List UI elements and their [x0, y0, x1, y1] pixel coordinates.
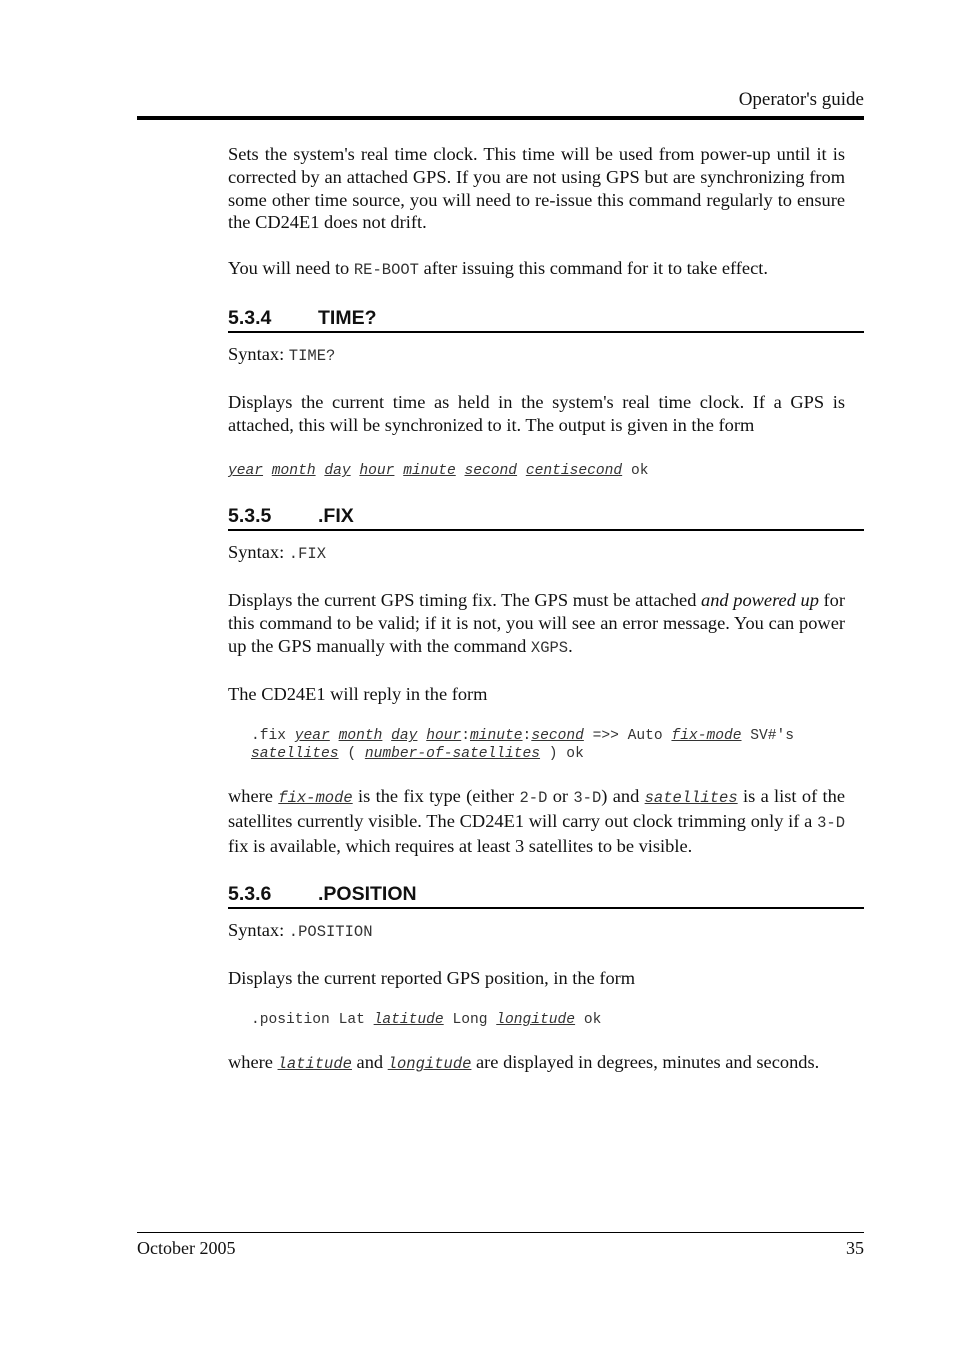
text: where — [228, 786, 279, 807]
time-output-format: year month day hour minute second centis… — [228, 462, 845, 480]
text: or — [547, 786, 574, 807]
section-number: 5.3.5 — [228, 505, 272, 528]
var-fix-mode: fix-mode — [278, 789, 353, 808]
code-text: SV#'s — [750, 728, 795, 745]
text: and — [351, 1052, 388, 1073]
text: Displays the current GPS timing fix. The… — [228, 590, 702, 611]
code-3d: 3-D — [817, 814, 845, 833]
syntax-label: Syntax: — [228, 542, 289, 563]
var-longitude: longitude — [387, 1055, 472, 1074]
var-satellites: satellites — [644, 789, 738, 808]
fix-description: Displays the current GPS timing fix. The… — [228, 589, 845, 659]
code-text: Long — [452, 1012, 488, 1029]
syntax-code: .POSITION — [288, 922, 373, 941]
code-3d: 3-D — [573, 789, 602, 808]
ok-text: ok — [630, 463, 649, 480]
command-code: XGPS — [530, 638, 569, 657]
var-centisecond: centisecond — [525, 463, 623, 480]
text: fix is available, which requires at leas… — [228, 835, 693, 856]
var-hour: hour — [359, 463, 395, 480]
code-text: .fix — [251, 728, 287, 745]
code-2d: 2-D — [519, 789, 548, 808]
var-minute: minute — [470, 728, 523, 745]
var-fix-mode: fix-mode — [671, 728, 742, 745]
text: after issuing this command for it to tak… — [418, 258, 768, 279]
intro-paragraph: Sets the system's real time clock. This … — [228, 144, 845, 233]
text: where — [228, 1052, 278, 1073]
syntax-label: Syntax: — [228, 343, 289, 364]
command-code: RE-BOOT — [353, 261, 419, 280]
running-header: Operator's guide — [738, 89, 864, 110]
time-description: Displays the current time as held in the… — [228, 391, 845, 435]
reboot-paragraph: You will need to RE-BOOT after issuing t… — [228, 257, 845, 282]
position-where-paragraph: where latitude and longitude are display… — [228, 1051, 845, 1076]
fix-output-format: .fix year month day hour:minute:second =… — [251, 728, 795, 763]
var-minute: minute — [403, 463, 456, 480]
code-text: =>> Auto — [592, 728, 663, 745]
position-description: Displays the current reported GPS positi… — [228, 967, 636, 988]
section-heading-position: 5.3.6 .POSITION — [228, 882, 864, 909]
var-month: month — [338, 728, 383, 745]
section-title: .FIX — [318, 505, 354, 528]
var-day: day — [324, 463, 351, 480]
code-text: ok — [583, 1012, 602, 1029]
syntax-label: Syntax: — [228, 919, 289, 940]
fix-where-paragraph: where fix-mode is the fix type (either 2… — [228, 785, 845, 857]
section-title: TIME? — [318, 306, 377, 329]
position-output-format: .position Lat latitude Long longitude ok — [228, 1011, 845, 1029]
var-longitude: longitude — [496, 1012, 576, 1029]
var-month: month — [271, 463, 316, 480]
section-heading-time: 5.3.4 TIME? — [228, 306, 864, 333]
section-number: 5.3.6 — [228, 882, 272, 905]
text: are displayed in degrees, minutes and se… — [471, 1052, 820, 1073]
var-day: day — [391, 728, 418, 745]
syntax-code: .FIX — [288, 545, 327, 564]
syntax-line: Syntax: .POSITION — [228, 919, 845, 944]
syntax-line: Syntax: TIME? — [228, 343, 845, 368]
code-text: ( — [347, 746, 357, 763]
text: . — [568, 635, 573, 656]
page-body: Sets the system's real time clock. This … — [228, 143, 864, 1076]
page-number: 35 — [846, 1238, 864, 1258]
footer-date: October 2005 — [137, 1238, 236, 1258]
emphasis: and powered up — [701, 590, 819, 611]
var-year: year — [294, 728, 330, 745]
var-number-of-satellites: number-of-satellites — [364, 746, 541, 763]
text: ) and — [601, 786, 645, 807]
var-second: second — [464, 463, 518, 480]
section-title: .POSITION — [318, 882, 417, 905]
section-heading-fix: 5.3.5 .FIX — [228, 504, 864, 532]
text: is the fix type (either — [352, 786, 520, 807]
var-hour: hour — [426, 728, 462, 745]
reply-intro: The CD24E1 will reply in the form — [228, 683, 488, 704]
footer-rule — [137, 1232, 864, 1233]
section-number: 5.3.4 — [228, 306, 272, 329]
syntax-line: Syntax: .FIX — [228, 541, 845, 566]
var-second: second — [531, 728, 584, 745]
var-latitude: latitude — [373, 1012, 444, 1029]
var-latitude: latitude — [277, 1055, 352, 1074]
code-text: ) ok — [548, 746, 584, 763]
page-footer: October 2005 35 — [137, 1236, 864, 1260]
var-year: year — [228, 463, 264, 480]
code-text: .position Lat — [251, 1012, 365, 1029]
header-rule — [137, 116, 864, 120]
syntax-code: TIME? — [288, 346, 336, 365]
text: You will need to — [228, 258, 354, 279]
var-satellites: satellites — [251, 746, 339, 763]
